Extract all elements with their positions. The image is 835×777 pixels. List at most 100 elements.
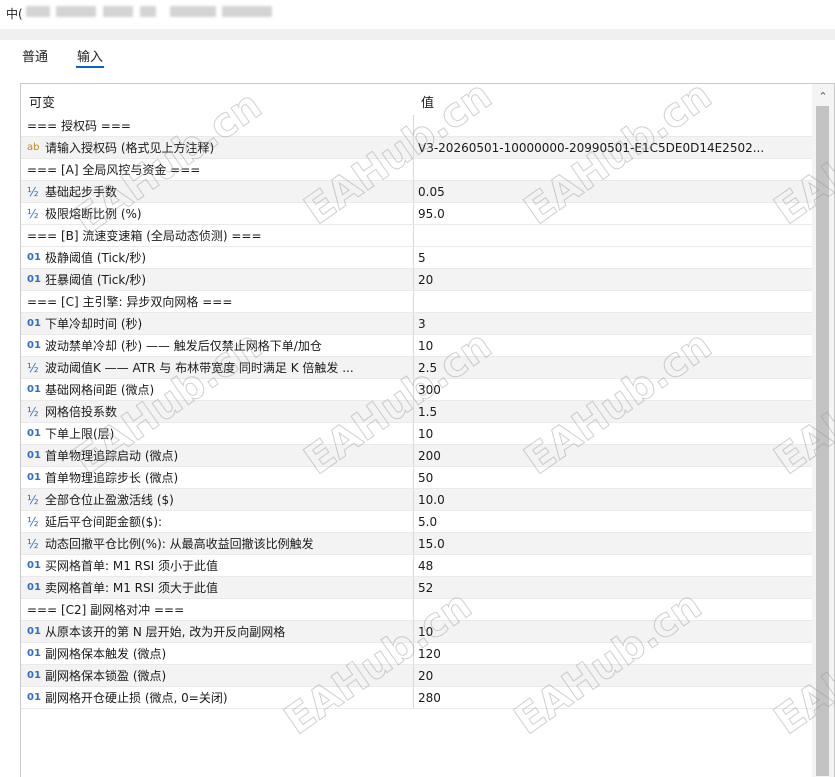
parameter-row[interactable]: 01 从原本该开的第 N 层开始, 改为开反向副网格 10	[21, 621, 812, 643]
grid-header: 可变 值	[21, 84, 812, 114]
parameter-row[interactable]: 01 副网格保本触发 (微点) 120	[21, 643, 812, 665]
parameter-value-cell[interactable]: 120	[414, 647, 812, 661]
parameter-label: 狂暴阈值 (Tick/秒)	[45, 273, 147, 287]
parameter-label: === [B] 流速变速箱 (全局动态侦测) ===	[27, 229, 262, 243]
parameter-value-cell[interactable]: 52	[414, 581, 812, 595]
grid-rows: === 授权码 === ab 请输入授权码 (格式见上方注释) V3-20260501…	[21, 115, 812, 709]
parameter-value-cell[interactable]: 20	[414, 273, 812, 287]
parameter-value-cell[interactable]: 10	[414, 339, 812, 353]
tab-inputs[interactable]: 输入	[77, 46, 103, 65]
parameter-name-cell: 01 狂暴阈值 (Tick/秒)	[21, 269, 414, 290]
parameter-value-cell[interactable]: 0.05	[414, 185, 812, 199]
parameter-value-cell[interactable]: 5.0	[414, 515, 812, 529]
parameter-value-cell[interactable]: 3	[414, 317, 812, 331]
double-type-icon: ½	[27, 492, 39, 507]
parameter-value-cell[interactable]: 50	[414, 471, 812, 485]
parameter-name-cell: === 授权码 ===	[21, 115, 414, 136]
parameter-value-cell[interactable]: 10.0	[414, 493, 812, 507]
window-title: 中(	[6, 7, 23, 21]
blurred-title-segment	[26, 6, 50, 17]
blurred-title-segment	[103, 6, 133, 17]
parameter-label: 买网格首单: M1 RSI 须小于此值	[45, 559, 218, 573]
parameter-label: 副网格保本触发 (微点)	[45, 647, 167, 661]
parameter-value-cell[interactable]: 5	[414, 251, 812, 265]
parameter-row[interactable]: 01 副网格保本锁盈 (微点) 20	[21, 665, 812, 687]
parameter-row[interactable]: 01 买网格首单: M1 RSI 须小于此值 48	[21, 555, 812, 577]
parameter-value-cell[interactable]: 15.0	[414, 537, 812, 551]
parameter-name-cell: 01 极静阈值 (Tick/秒)	[21, 247, 414, 268]
parameter-label: 波动阈值K —— ATR 与 布林带宽度 同时满足 K 倍触发 ...	[45, 361, 354, 375]
parameter-value-cell[interactable]: 300	[414, 383, 812, 397]
scrollbar-thumb[interactable]	[816, 106, 829, 776]
parameter-name-cell: ½ 波动阈值K —— ATR 与 布林带宽度 同时满足 K 倍触发 ...	[21, 357, 414, 378]
parameter-row[interactable]: ½ 基础起步手数 0.05	[21, 181, 812, 203]
group-header-row[interactable]: === [C2] 副网格对冲 ===	[21, 599, 812, 621]
scroll-up-icon[interactable]: ⌃	[817, 91, 829, 102]
double-type-icon: ½	[27, 360, 39, 375]
parameter-value-cell[interactable]: 200	[414, 449, 812, 463]
parameter-name-cell: 01 首单物理追踪启动 (微点)	[21, 445, 414, 466]
tab-common[interactable]: 普通	[22, 46, 48, 65]
parameter-row[interactable]: 01 下单冷却时间 (秒) 3	[21, 313, 812, 335]
parameter-row[interactable]: 01 基础网格间距 (微点) 300	[21, 379, 812, 401]
parameter-label: === 授权码 ===	[27, 119, 131, 133]
parameter-name-cell: ab 请输入授权码 (格式见上方注释)	[21, 137, 414, 158]
parameter-row[interactable]: 01 首单物理追踪启动 (微点) 200	[21, 445, 812, 467]
parameter-row[interactable]: ½ 网格倍投系数 1.5	[21, 401, 812, 423]
parameter-value-cell[interactable]: 10	[414, 625, 812, 639]
parameter-row[interactable]: 01 首单物理追踪步长 (微点) 50	[21, 467, 812, 489]
parameter-row[interactable]: ½ 波动阈值K —— ATR 与 布林带宽度 同时满足 K 倍触发 ... 2.5	[21, 357, 812, 379]
parameter-value-cell[interactable]: 48	[414, 559, 812, 573]
group-header-row[interactable]: === [C] 主引擎: 异步双向网格 ===	[21, 291, 812, 313]
parameter-name-cell: ½ 网格倍投系数	[21, 401, 414, 422]
tab-bar: 普通 输入	[0, 40, 835, 74]
parameter-row[interactable]: ab 请输入授权码 (格式见上方注释) V3-20260501-10000000-2…	[21, 137, 812, 159]
parameter-label: 延后平仓间距金额($):	[45, 515, 163, 529]
integer-type-icon: 01	[27, 648, 41, 659]
parameter-row[interactable]: 01 副网格开仓硬止损 (微点, 0=关闭) 280	[21, 687, 812, 709]
parameter-row[interactable]: 01 下单上限(层) 10	[21, 423, 812, 445]
parameter-row[interactable]: 01 狂暴阈值 (Tick/秒) 20	[21, 269, 812, 291]
column-header-value[interactable]: 值	[421, 92, 434, 111]
integer-type-icon: 01	[27, 472, 41, 483]
parameter-name-cell: 01 买网格首单: M1 RSI 须小于此值	[21, 555, 414, 576]
blurred-title-segment	[170, 6, 216, 17]
group-header-row[interactable]: === 授权码 ===	[21, 115, 812, 137]
input-parameters-grid: 可变 值 === 授权码 === ab 请输入授权码 (格式见上方注释) V3-202…	[20, 83, 835, 777]
parameter-name-cell: ½ 极限熔断比例 (%)	[21, 203, 414, 224]
parameter-name-cell: 01 副网格保本触发 (微点)	[21, 643, 414, 664]
parameter-row[interactable]: 01 卖网格首单: M1 RSI 须大于此值 52	[21, 577, 812, 599]
parameter-label: 副网格保本锁盈 (微点)	[45, 669, 167, 683]
titlebar-separator	[0, 29, 835, 40]
double-type-icon: ½	[27, 536, 39, 551]
group-header-row[interactable]: === [B] 流速变速箱 (全局动态侦测) ===	[21, 225, 812, 247]
integer-type-icon: 01	[27, 274, 41, 285]
parameter-row[interactable]: 01 波动禁单冷却 (秒) —— 触发后仅禁止网格下单/加仓 10	[21, 335, 812, 357]
parameter-label: === [C] 主引擎: 异步双向网格 ===	[27, 295, 233, 309]
integer-type-icon: 01	[27, 560, 41, 571]
parameter-row[interactable]: ½ 全部仓位止盈激活线 ($) 10.0	[21, 489, 812, 511]
integer-type-icon: 01	[27, 626, 41, 637]
parameter-row[interactable]: ½ 延后平仓间距金额($): 5.0	[21, 511, 812, 533]
parameter-value-cell[interactable]: 1.5	[414, 405, 812, 419]
parameter-value-cell[interactable]: 20	[414, 669, 812, 683]
parameter-name-cell: ½ 全部仓位止盈激活线 ($)	[21, 489, 414, 510]
parameter-value-cell[interactable]: V3-20260501-10000000-20990501-E1C5DE0D14…	[414, 141, 812, 155]
blurred-title-segment	[140, 6, 156, 17]
parameter-label: 网格倍投系数	[45, 405, 118, 419]
parameter-row[interactable]: ½ 极限熔断比例 (%) 95.0	[21, 203, 812, 225]
integer-type-icon: 01	[27, 252, 41, 263]
parameter-label: 首单物理追踪步长 (微点)	[45, 471, 179, 485]
parameter-label: 波动禁单冷却 (秒) —— 触发后仅禁止网格下单/加仓	[45, 339, 322, 353]
parameter-label: 从原本该开的第 N 层开始, 改为开反向副网格	[45, 625, 286, 639]
parameter-value-cell[interactable]: 95.0	[414, 207, 812, 221]
vertical-scrollbar[interactable]: ⌃	[812, 84, 834, 777]
group-header-row[interactable]: === [A] 全局风控与资金 ===	[21, 159, 812, 181]
parameter-value-cell[interactable]: 10	[414, 427, 812, 441]
parameter-row[interactable]: ½ 动态回撤平仓比例(%): 从最高收益回撤该比例触发 15.0	[21, 533, 812, 555]
active-tab-indicator	[76, 66, 104, 68]
parameter-value-cell[interactable]: 280	[414, 691, 812, 705]
parameter-value-cell[interactable]: 2.5	[414, 361, 812, 375]
parameter-row[interactable]: 01 极静阈值 (Tick/秒) 5	[21, 247, 812, 269]
column-header-variable[interactable]: 可变	[29, 92, 55, 111]
